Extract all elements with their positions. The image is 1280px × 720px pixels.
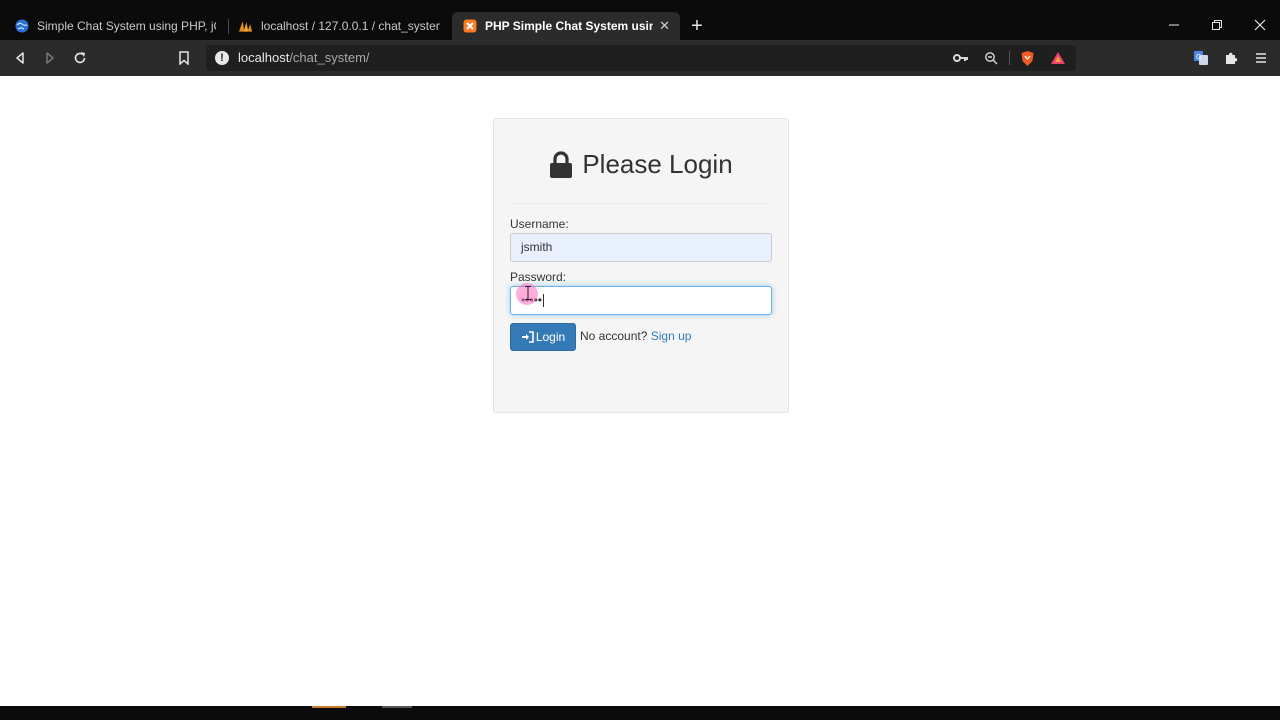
key-icon[interactable] (952, 49, 970, 67)
xampp-favicon-icon (462, 19, 477, 34)
extensions-icon[interactable] (1221, 48, 1241, 68)
sign-in-icon (521, 331, 534, 343)
phpmyadmin-favicon-icon (238, 19, 253, 34)
lock-icon (549, 150, 573, 179)
zoom-icon[interactable] (982, 49, 1000, 67)
no-account-label: No account? (580, 329, 648, 343)
username-label: Username: (510, 217, 569, 231)
browser-tab-strip: Simple Chat System using PHP, jQuery loc… (0, 0, 1280, 40)
globe-favicon-icon (14, 19, 29, 34)
back-icon[interactable] (10, 48, 30, 68)
password-label: Password: (510, 270, 567, 284)
browser-toolbar: ! localhost/chat_system/ G (0, 40, 1280, 76)
taskbar-strip (0, 706, 1280, 720)
heading-divider (510, 203, 772, 204)
taskbar-indicator (312, 706, 346, 708)
username-value: jsmith (521, 240, 553, 254)
new-tab-button[interactable]: + (686, 15, 708, 37)
login-heading: Please Login (494, 149, 788, 180)
omnibox-divider (1009, 51, 1010, 65)
login-button[interactable]: Login (510, 323, 576, 351)
tab-title: localhost / 127.0.0.1 / chat_system | ph (261, 19, 440, 33)
login-title: Please Login (582, 149, 733, 179)
password-input[interactable]: ••••• (510, 286, 772, 315)
login-button-label: Login (535, 330, 566, 344)
menu-icon[interactable] (1251, 48, 1271, 68)
site-info-icon[interactable]: ! (215, 51, 229, 65)
tab-chat-system-jquery[interactable]: Simple Chat System using PHP, jQuery (4, 12, 226, 40)
tab-phpmyadmin[interactable]: localhost / 127.0.0.1 / chat_system | ph (228, 12, 450, 40)
minimize-window-icon[interactable] (1164, 16, 1184, 36)
text-caret (543, 294, 545, 308)
address-bar[interactable]: ! localhost/chat_system/ (206, 45, 1076, 71)
bookmark-icon[interactable] (174, 48, 194, 68)
username-input[interactable]: jsmith (510, 233, 772, 262)
brave-shields-icon[interactable] (1018, 49, 1036, 67)
reload-icon[interactable] (70, 48, 90, 68)
close-window-icon[interactable] (1250, 16, 1270, 36)
text-cursor-icon (525, 286, 531, 300)
url-text: localhost/chat_system/ (238, 50, 370, 65)
no-account-text: No account? Sign up (580, 329, 691, 343)
login-panel: Please Login Username: jsmith Password: … (493, 118, 789, 413)
forward-icon[interactable] (40, 48, 60, 68)
restore-window-icon[interactable] (1207, 16, 1227, 36)
tab-title: Simple Chat System using PHP, jQuery (37, 19, 216, 33)
taskbar-indicator (382, 706, 412, 708)
tab-title: PHP Simple Chat System using AJ (485, 19, 654, 33)
url-host: localhost (238, 50, 290, 65)
translate-icon[interactable]: G (1191, 48, 1211, 68)
url-path: /chat_system/ (289, 50, 370, 65)
svg-text:G: G (1196, 54, 1201, 61)
sign-up-link[interactable]: Sign up (651, 329, 692, 343)
brave-rewards-icon[interactable] (1049, 49, 1067, 67)
tab-php-simple-chat-active[interactable]: PHP Simple Chat System using AJ ✕ (452, 12, 680, 40)
close-tab-icon[interactable]: ✕ (653, 18, 670, 34)
